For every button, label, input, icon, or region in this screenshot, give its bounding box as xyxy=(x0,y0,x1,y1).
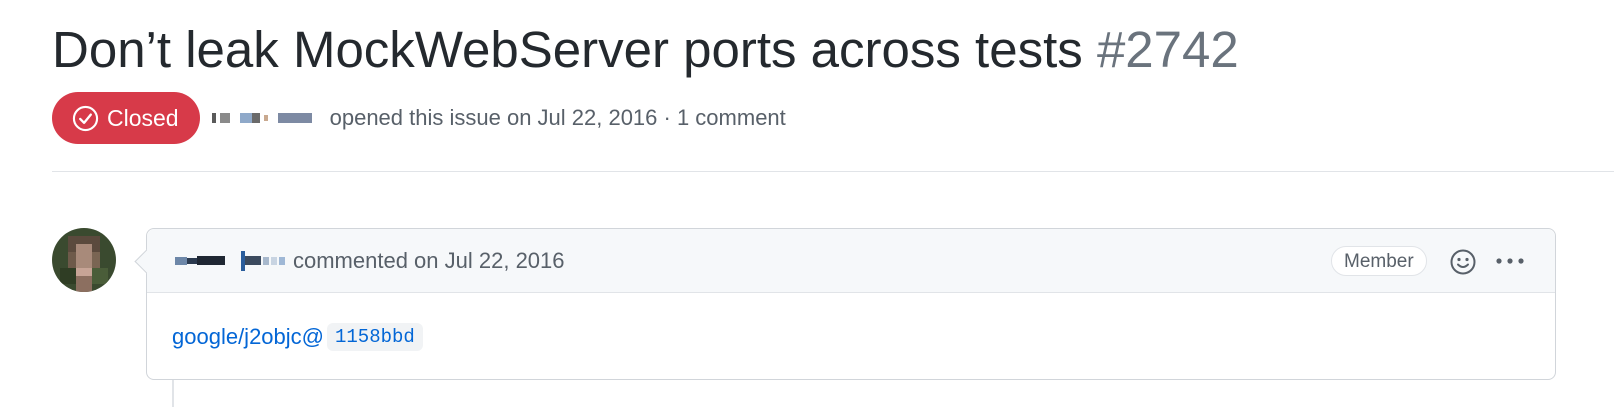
comment-timestamp[interactable]: commented on Jul 22, 2016 xyxy=(293,248,565,274)
add-reaction-button[interactable] xyxy=(1449,248,1477,276)
comment-options-button[interactable] xyxy=(1495,251,1525,271)
issue-title: Don’t leak MockWebServer ports across te… xyxy=(52,18,1239,82)
commenter-name[interactable] xyxy=(175,250,285,271)
avatar[interactable] xyxy=(52,228,116,292)
commit-sha-link[interactable]: 1158bbd xyxy=(327,323,423,351)
timeline-line xyxy=(172,380,174,407)
comment-body: google/j2objc@ 1158bbd xyxy=(147,293,1555,351)
commit-repo-link[interactable]: google/j2objc@ xyxy=(172,324,324,350)
issue-meta-row: Closed opened this issue on Jul 22, 2016… xyxy=(52,92,786,144)
member-badge: Member xyxy=(1331,246,1427,276)
issue-page: Don’t leak MockWebServer ports across te… xyxy=(0,0,1614,407)
issue-number: #2742 xyxy=(1096,21,1239,78)
issue-title-text: Don’t leak MockWebServer ports across te… xyxy=(52,21,1083,78)
comment-box: commented on Jul 22, 2016 Member google/… xyxy=(146,228,1556,380)
state-badge: Closed xyxy=(52,92,200,144)
smiley-icon xyxy=(1450,249,1476,275)
state-label: Closed xyxy=(107,104,179,131)
comment-header: commented on Jul 22, 2016 Member xyxy=(147,229,1555,293)
issue-author-link[interactable] xyxy=(211,108,316,128)
issue-meta-text: opened this issue on Jul 22, 2016 · 1 co… xyxy=(329,105,786,130)
circle-check-icon xyxy=(72,105,99,131)
kebab-horizontal-icon xyxy=(1496,258,1524,264)
header-divider xyxy=(52,171,1614,172)
